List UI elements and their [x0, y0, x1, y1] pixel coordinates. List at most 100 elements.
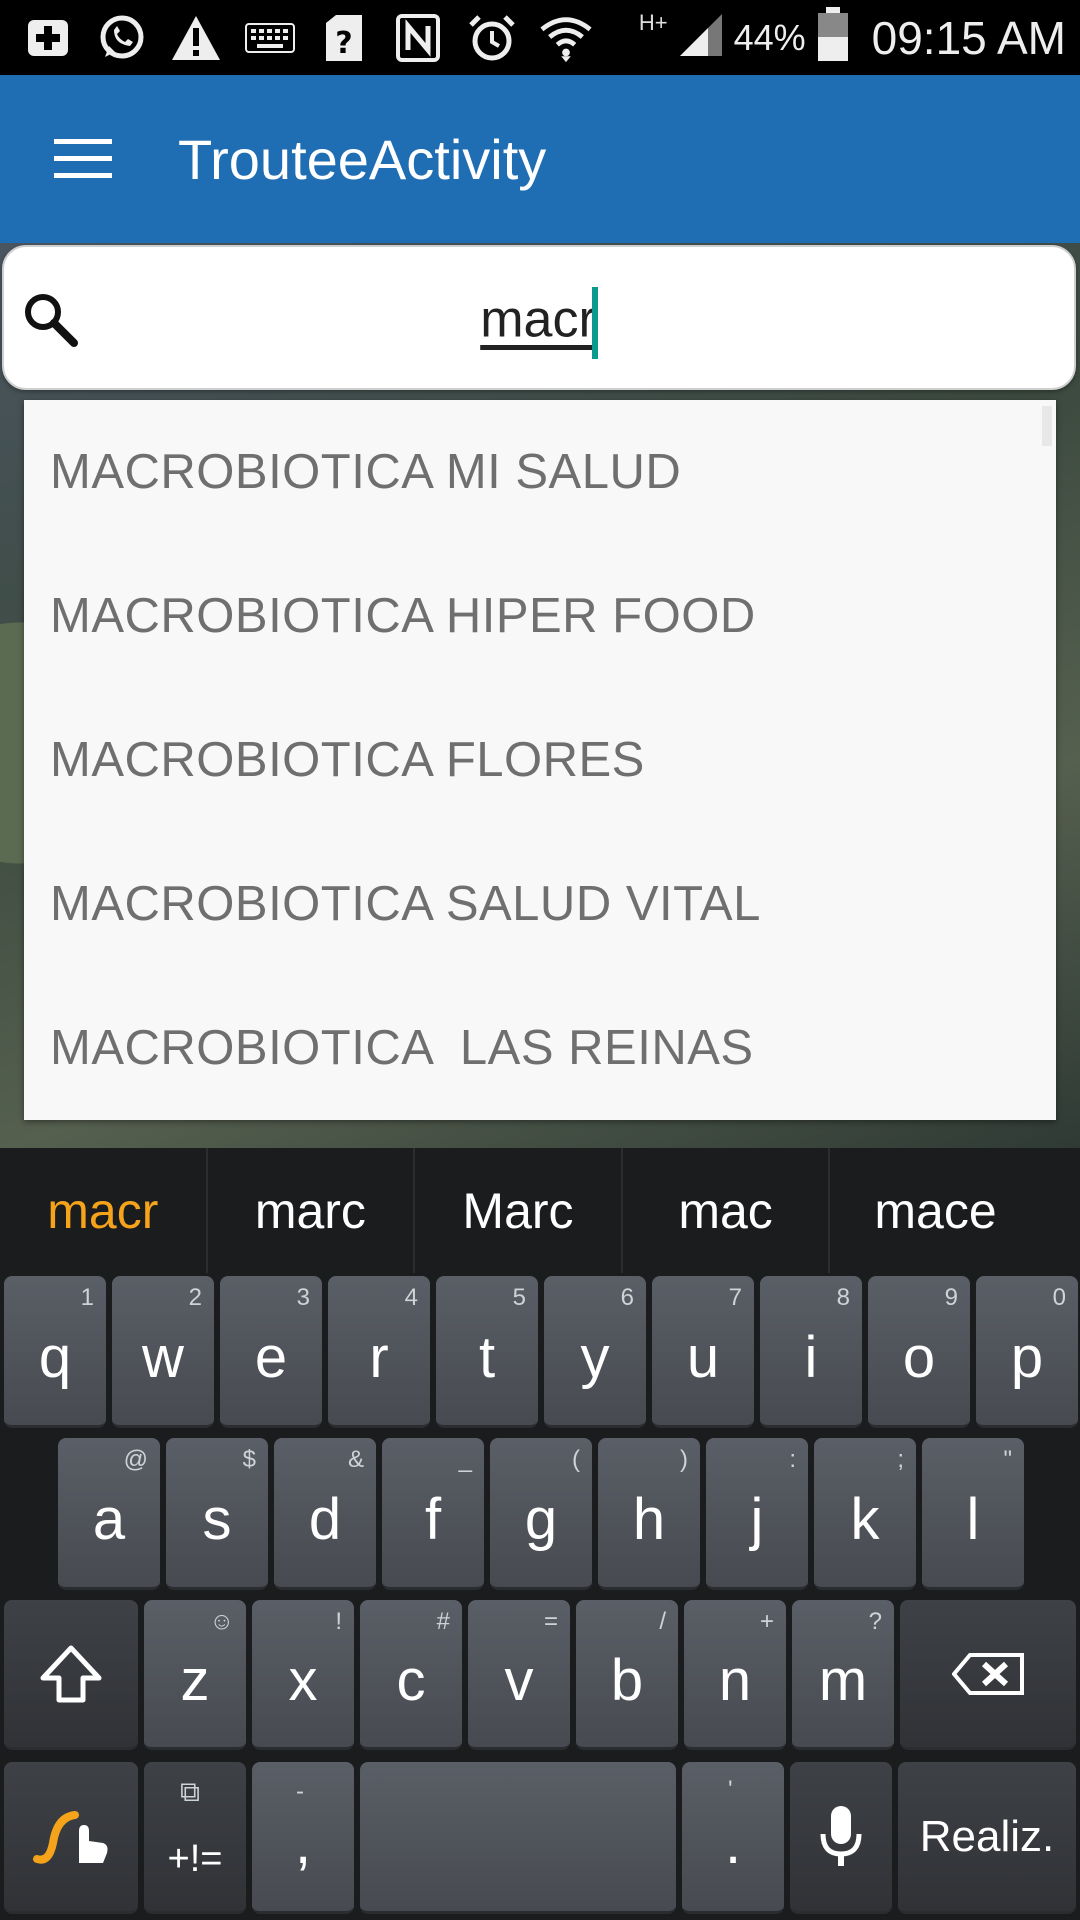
key-alt-label: +	[759, 1608, 774, 1635]
done-key[interactable]: Realiz.	[898, 1762, 1076, 1914]
prediction-item[interactable]: marc	[208, 1148, 416, 1273]
key-e[interactable]: 3e	[220, 1276, 322, 1428]
key-alt-label: &	[347, 1446, 364, 1473]
key-m[interactable]: ? m	[792, 1600, 894, 1750]
search-input-value: macr	[480, 290, 596, 349]
key-label: d	[308, 1487, 342, 1552]
key-label: s	[202, 1487, 232, 1552]
key-alt-label: =	[543, 1608, 558, 1635]
alarm-icon	[466, 12, 518, 64]
key-alt-label: (	[572, 1446, 580, 1473]
key-b[interactable]: / b	[576, 1600, 678, 1750]
key-label: a	[92, 1487, 126, 1552]
key-u[interactable]: 7u	[652, 1276, 754, 1428]
suggestion-item[interactable]: MACROBIOTICA SALUD VITAL	[24, 832, 1056, 976]
key-x[interactable]: ! x	[252, 1600, 354, 1750]
key-k[interactable]: ; k	[814, 1438, 916, 1590]
key-t[interactable]: 5t	[436, 1276, 538, 1428]
menu-button[interactable]	[28, 104, 138, 214]
suggestion-item[interactable]: MACROBIOTICA LAS REINAS	[24, 976, 1056, 1120]
shift-key[interactable]	[4, 1600, 138, 1750]
hamburger-icon	[54, 139, 112, 178]
key-alt-label: ?	[868, 1608, 882, 1635]
keyboard-icon	[244, 12, 296, 64]
key-j[interactable]: :j	[706, 1438, 808, 1590]
key-g[interactable]: (g	[490, 1438, 592, 1590]
backspace-icon	[952, 1652, 1024, 1695]
backspace-key[interactable]	[900, 1600, 1076, 1750]
key-d[interactable]: & d	[274, 1438, 376, 1590]
app-bar: TrouteeActivity	[0, 75, 1080, 243]
key-alt-label: !	[335, 1608, 342, 1635]
soft-keyboard: macr marc Marc mac mace 1q2w3e4r5t6y7u8i…	[0, 1148, 1080, 1920]
key-o[interactable]: 9o	[868, 1276, 970, 1428]
key-label: h	[632, 1487, 666, 1552]
space-key[interactable]	[360, 1762, 676, 1914]
suggestion-item[interactable]: MACROBIOTICA MI SALUD	[24, 400, 1056, 544]
comma-key[interactable]: - ,	[252, 1762, 354, 1914]
key-label: p	[1010, 1325, 1044, 1390]
key-label: b	[610, 1648, 644, 1713]
key-r[interactable]: 4r	[328, 1276, 430, 1428]
key-c[interactable]: # c	[360, 1600, 462, 1750]
key-label: u	[686, 1325, 720, 1390]
whatsapp-icon	[96, 12, 148, 64]
done-key-label: Realiz.	[919, 1811, 1055, 1861]
key-alt-label: 2	[188, 1284, 202, 1311]
key-label: z	[180, 1648, 210, 1713]
key-n[interactable]: + n	[684, 1600, 786, 1750]
prediction-item[interactable]: Marc	[415, 1148, 623, 1273]
key-y[interactable]: 6y	[544, 1276, 646, 1428]
microphone-icon	[820, 1805, 862, 1866]
search-input[interactable]: macr	[4, 287, 1074, 359]
prediction-item[interactable]: mac	[623, 1148, 831, 1273]
key-label: x	[288, 1648, 318, 1713]
key-label: o	[902, 1325, 936, 1390]
key-label: t	[478, 1325, 496, 1390]
shift-icon	[40, 1645, 102, 1702]
key-alt-label: /	[659, 1608, 666, 1635]
key-label: n	[718, 1648, 752, 1713]
key-label: k	[850, 1487, 880, 1552]
period-key-alt: '	[728, 1776, 733, 1803]
key-alt-label: $	[242, 1446, 256, 1473]
key-i[interactable]: 8i	[760, 1276, 862, 1428]
period-key[interactable]: ' .	[682, 1762, 784, 1914]
key-label: g	[524, 1487, 558, 1552]
text-cursor	[591, 287, 598, 359]
swype-key[interactable]	[4, 1762, 138, 1914]
suggestion-list: MACROBIOTICA MI SALUD MACROBIOTICA HIPER…	[24, 400, 1056, 1120]
key-alt-label: 7	[728, 1284, 742, 1311]
key-s[interactable]: $ s	[166, 1438, 268, 1590]
key-h[interactable]: ) h	[598, 1438, 700, 1590]
key-alt-label: :	[789, 1446, 796, 1473]
scrollbar[interactable]	[1042, 406, 1052, 446]
nfc-icon	[392, 12, 444, 64]
suggestion-item[interactable]: MACROBIOTICA HIPER FOOD	[24, 544, 1056, 688]
key-alt-label: 3	[296, 1284, 310, 1311]
key-l[interactable]: " l	[922, 1438, 1024, 1590]
search-field[interactable]: macr	[2, 245, 1076, 390]
add-icon	[22, 12, 74, 64]
key-v[interactable]: = v	[468, 1600, 570, 1750]
period-key-label: .	[724, 1811, 742, 1876]
key-alt-label: @	[123, 1446, 148, 1473]
key-label: y	[580, 1325, 610, 1390]
prediction-item[interactable]: macr	[0, 1148, 208, 1273]
key-q[interactable]: 1q	[4, 1276, 106, 1428]
key-f[interactable]: _ f	[382, 1438, 484, 1590]
sim-question-icon: ?	[318, 12, 370, 64]
prediction-bar: macr marc Marc mac mace	[0, 1148, 1080, 1273]
voice-input-key[interactable]	[790, 1762, 892, 1914]
key-alt-label: _	[458, 1446, 472, 1473]
key-w[interactable]: 2w	[112, 1276, 214, 1428]
suggestion-item[interactable]: MACROBIOTICA FLORES	[24, 688, 1056, 832]
key-p[interactable]: 0p	[976, 1276, 1078, 1428]
clock: 09:15 AM	[871, 11, 1066, 64]
symbols-key[interactable]: ⧉ +!=	[144, 1762, 246, 1914]
key-z[interactable]: ☺ z	[144, 1600, 246, 1750]
key-a[interactable]: @ a	[58, 1438, 160, 1590]
key-label: j	[750, 1487, 764, 1552]
prediction-item[interactable]: mace	[830, 1148, 1080, 1273]
key-alt-label: 8	[836, 1284, 850, 1311]
